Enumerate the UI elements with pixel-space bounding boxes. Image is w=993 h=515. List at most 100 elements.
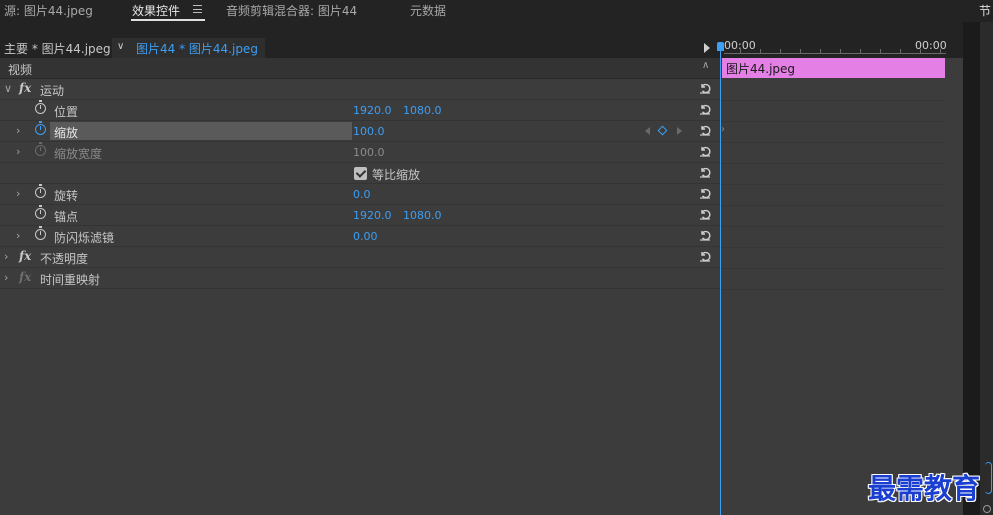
- effect-row-time-remap[interactable]: › fx 时间重映射: [0, 268, 720, 289]
- stopwatch-icon[interactable]: [35, 100, 46, 114]
- zoom-scroll-knob[interactable]: [983, 505, 991, 513]
- chevron-right-icon[interactable]: ›: [4, 271, 8, 284]
- play-only-clip-audio-icon[interactable]: [704, 43, 710, 53]
- clip-selector[interactable]: ∨ 图片44 * 图片44.jpeg: [112, 38, 265, 58]
- anchor-x-value[interactable]: 1920.0: [353, 209, 392, 222]
- chevron-right-icon[interactable]: ›: [16, 229, 20, 242]
- time-ruler[interactable]: 00:00 00:00: [721, 38, 963, 58]
- timeline-row-divider: [721, 268, 945, 269]
- reset-icon[interactable]: [699, 167, 711, 178]
- scale-width-label: 缩放宽度: [54, 147, 103, 161]
- right-panel-tab[interactable]: 节: [979, 2, 991, 19]
- panel-divider[interactable]: [963, 22, 980, 515]
- anchor-label: 锚点: [54, 210, 79, 224]
- anchor-y-value[interactable]: 1080.0: [403, 209, 442, 222]
- ruler-line: [724, 53, 946, 54]
- position-y-value[interactable]: 1080.0: [403, 104, 442, 117]
- ruler-tick: [920, 49, 921, 53]
- previous-keyframe-icon[interactable]: [645, 127, 650, 135]
- add-keyframe-icon[interactable]: [657, 125, 668, 136]
- tab-audio-clip-mixer[interactable]: 音频剪辑混合器: 图片44: [226, 2, 357, 19]
- fx-icon[interactable]: fx: [19, 81, 31, 95]
- timeline-row-divider: [721, 184, 945, 185]
- stopwatch-icon[interactable]: [35, 226, 46, 240]
- ruler-tick: [880, 49, 881, 53]
- reset-icon[interactable]: [699, 104, 711, 115]
- property-row-anti-flicker[interactable]: › 防闪烁滤镜 0.00: [0, 226, 720, 247]
- reset-icon[interactable]: [699, 125, 711, 136]
- zoom-slider-handle[interactable]: [985, 462, 992, 494]
- motion-label: 运动: [40, 84, 65, 98]
- next-keyframe-icon[interactable]: [677, 127, 682, 135]
- ruler-tick: [800, 49, 801, 53]
- playhead-handle[interactable]: [717, 42, 724, 51]
- uniform-scale-label: 等比缩放: [372, 168, 421, 182]
- master-clip-label[interactable]: 主要 * 图片44.jpeg: [4, 40, 111, 57]
- timeline-row-divider: [721, 100, 945, 101]
- scale-value[interactable]: 100.0: [353, 125, 385, 138]
- anti-flicker-value[interactable]: 0.00: [353, 230, 378, 243]
- reset-icon[interactable]: [699, 230, 711, 241]
- effects-list: 视频 ∧ ∨ fx 运动 位置 1920.0 1080.0 › 缩放 100.0…: [0, 58, 720, 515]
- timeline-clip-label: 图片44.jpeg: [726, 62, 796, 76]
- tab-metadata[interactable]: 元数据: [410, 2, 446, 19]
- playhead-line[interactable]: [720, 44, 721, 515]
- reset-icon[interactable]: [699, 146, 711, 157]
- timeline-row-divider: [721, 247, 945, 248]
- tab-source[interactable]: 源: 图片44.jpeg: [4, 2, 93, 19]
- sequence-bar: 主要 * 图片44.jpeg ∨ 图片44 * 图片44.jpeg: [0, 38, 720, 58]
- stopwatch-icon[interactable]: [35, 121, 46, 135]
- chevron-down-icon: ∨: [117, 41, 125, 52]
- fx-icon[interactable]: fx: [19, 249, 31, 263]
- tab-effect-controls[interactable]: 效果控件: [132, 2, 180, 19]
- rotation-value[interactable]: 0.0: [353, 188, 371, 201]
- property-row-scale-width[interactable]: › 缩放宽度 100.0: [0, 142, 720, 163]
- timeline-row-divider: [721, 205, 945, 206]
- chevron-up-icon[interactable]: ∧: [702, 60, 709, 71]
- sequence-clip-label: 图片44 * 图片44.jpeg: [136, 42, 258, 56]
- property-row-scale[interactable]: › 缩放 100.0: [0, 121, 720, 142]
- position-x-value[interactable]: 1920.0: [353, 104, 392, 117]
- uniform-scale-checkbox[interactable]: [354, 167, 367, 180]
- timeline-row-divider: [721, 226, 945, 227]
- reset-icon[interactable]: [699, 209, 711, 220]
- stopwatch-icon[interactable]: [35, 184, 46, 198]
- panel-tab-bar: 源: 图片44.jpeg 效果控件 音频剪辑混合器: 图片44 元数据: [0, 0, 963, 22]
- reset-icon[interactable]: [699, 188, 711, 199]
- effect-row-opacity[interactable]: › fx 不透明度: [0, 247, 720, 268]
- chevron-down-icon[interactable]: ∨: [4, 82, 12, 95]
- stopwatch-icon: [35, 142, 46, 156]
- chevron-right-icon[interactable]: ›: [16, 145, 20, 158]
- rotation-label: 旋转: [54, 189, 79, 203]
- ruler-tick: [760, 49, 761, 53]
- chevron-right-icon[interactable]: ›: [4, 250, 8, 263]
- keyframe-marker-icon: ›: [721, 124, 725, 135]
- section-header-label: 视频: [8, 63, 33, 77]
- active-tab-indicator: [131, 19, 205, 21]
- stopwatch-icon[interactable]: [35, 205, 46, 219]
- timeline-row-divider: [721, 163, 945, 164]
- anti-flicker-label: 防闪烁滤镜: [54, 231, 115, 245]
- position-label: 位置: [54, 105, 79, 119]
- chevron-right-icon[interactable]: ›: [16, 187, 20, 200]
- ruler-tick: [900, 49, 901, 53]
- property-row-uniform-scale[interactable]: 等比缩放: [0, 163, 720, 184]
- watermark-logo: 最需教育: [868, 472, 981, 505]
- panel-menu-icon[interactable]: [193, 5, 202, 13]
- effect-row-motion[interactable]: ∨ fx 运动: [0, 79, 720, 100]
- timeline-scroll-area: [945, 58, 963, 515]
- keyframe-timeline[interactable]: [721, 38, 963, 515]
- reset-icon[interactable]: [699, 251, 711, 262]
- timeline-clip-bar[interactable]: 图片44.jpeg: [722, 58, 945, 78]
- property-row-position[interactable]: 位置 1920.0 1080.0: [0, 100, 720, 121]
- timeline-row-divider: [721, 289, 945, 290]
- fx-icon: fx: [19, 270, 32, 284]
- ruler-tick: [860, 49, 861, 53]
- timeline-row-divider: [721, 121, 945, 122]
- ruler-tick: [780, 49, 781, 53]
- ruler-tick: [740, 49, 741, 53]
- chevron-right-icon[interactable]: ›: [16, 124, 20, 137]
- property-row-rotation[interactable]: › 旋转 0.0: [0, 184, 720, 205]
- reset-icon[interactable]: [699, 83, 711, 94]
- property-row-anchor[interactable]: 锚点 1920.0 1080.0: [0, 205, 720, 226]
